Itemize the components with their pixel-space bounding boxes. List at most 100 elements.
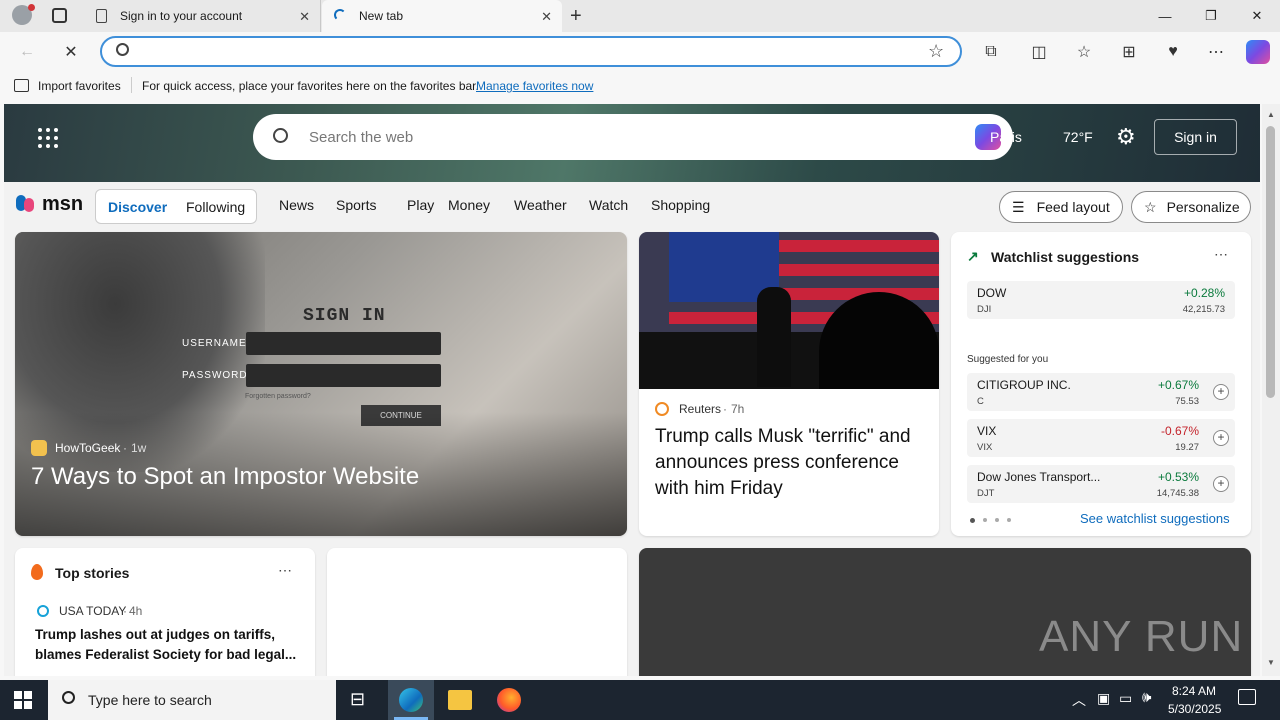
minimize-icon[interactable]: — xyxy=(1142,0,1188,32)
nav-sports[interactable]: Sports xyxy=(336,197,376,213)
nav-money[interactable]: Money xyxy=(448,197,490,213)
stop-loading-icon[interactable]: ✕ xyxy=(60,41,82,63)
network-icon[interactable]: ▭ xyxy=(1119,690,1132,707)
manage-favorites-link[interactable]: Manage favorites now xyxy=(476,79,593,93)
taskbar-search[interactable]: Type here to search xyxy=(48,680,336,720)
add-to-watchlist-icon[interactable]: + xyxy=(1213,476,1229,492)
story-dot: · xyxy=(123,441,127,455)
nav-shopping[interactable]: Shopping xyxy=(651,197,710,213)
settings-gear-icon[interactable]: ⚙ xyxy=(1116,124,1136,150)
import-icon xyxy=(14,79,29,92)
stock-price: 75.53 xyxy=(1175,396,1199,407)
favorites-icon[interactable]: ☆ xyxy=(1073,41,1095,63)
page-scrollbar[interactable]: ▲ ▼ xyxy=(1262,104,1280,676)
more-icon[interactable]: ⋯ xyxy=(1205,41,1227,63)
story-headline[interactable]: 7 Ways to Spot an Impostor Website xyxy=(31,463,419,491)
nav-news[interactable]: News xyxy=(279,197,314,213)
tab-new-tab[interactable]: New tab ✕ xyxy=(322,0,562,32)
scroll-down-icon[interactable]: ▼ xyxy=(1267,658,1275,667)
top-stories-card: Top stories ⋯ USA TODAY · 4h Trump lashe… xyxy=(15,548,315,676)
tab-title: New tab xyxy=(359,9,404,23)
firefox-icon[interactable] xyxy=(497,688,521,712)
edge-taskbar-button[interactable] xyxy=(388,680,434,720)
search-icon xyxy=(62,691,75,704)
stock-change: +0.53% xyxy=(1157,470,1199,484)
carousel-dots[interactable] xyxy=(970,518,1011,523)
web-search-box[interactable]: Search the web xyxy=(253,114,1013,160)
windows-start-icon[interactable] xyxy=(14,691,32,709)
back-icon[interactable]: ← xyxy=(16,41,38,63)
browser-essentials-icon[interactable]: ♥ xyxy=(1162,41,1184,63)
stock-price: 42,215.73 xyxy=(1182,304,1225,315)
favorite-star-icon[interactable]: ☆ xyxy=(928,41,944,62)
msn-logo-text[interactable]: msn xyxy=(42,193,83,216)
title-bar: Sign in to your account ✕ New tab ✕ + — … xyxy=(0,0,1280,32)
story-headline[interactable]: Trump lashes out at judges on tariffs, b… xyxy=(35,625,300,665)
stock-row-citigroup[interactable]: CITIGROUP INC. C +0.67% 75.53 + xyxy=(967,373,1235,411)
see-watchlist-link[interactable]: See watchlist suggestions xyxy=(1080,511,1230,526)
more-options-icon[interactable]: ⋯ xyxy=(1214,246,1228,263)
close-tab-icon[interactable]: ✕ xyxy=(299,9,310,25)
feed-layout-label: Feed layout xyxy=(1036,199,1110,215)
apps-launcher-icon[interactable] xyxy=(38,128,58,148)
tab-sign-in[interactable]: Sign in to your account ✕ xyxy=(84,0,321,32)
notifications-icon[interactable] xyxy=(1238,689,1256,705)
add-to-watchlist-icon[interactable]: + xyxy=(1213,384,1229,400)
new-tab-icon[interactable]: + xyxy=(570,5,582,28)
personalize-button[interactable]: ☆ Personalize xyxy=(1131,191,1251,223)
nav-watch[interactable]: Watch xyxy=(589,197,628,213)
weather-location[interactable]: Paris xyxy=(990,129,1022,145)
watchlist-card: ↗ Watchlist suggestions ⋯ DOW DJI +0.28%… xyxy=(951,232,1251,536)
scroll-up-icon[interactable]: ▲ xyxy=(1267,110,1275,119)
stock-symbol: DJI xyxy=(977,304,992,315)
video-card[interactable]: ANY RUN xyxy=(639,548,1251,676)
image-password-label: PASSWORD xyxy=(182,370,248,381)
feed-layout-button[interactable]: ☰ Feed layout xyxy=(999,191,1123,223)
file-explorer-icon[interactable] xyxy=(448,690,472,710)
favorites-bar: Import favorites For quick access, place… xyxy=(0,72,1280,100)
hero-story-card[interactable]: SIGN IN USERNAME PASSWORD Forgotten pass… xyxy=(15,232,627,536)
import-favorites-button[interactable]: Import favorites xyxy=(38,79,121,93)
weather-temperature[interactable]: 72°F xyxy=(1063,129,1093,145)
trend-up-icon: ↗ xyxy=(967,248,979,264)
story-headline[interactable]: Trump calls Musk "terrific" and announce… xyxy=(655,424,925,502)
tab-following[interactable]: Following xyxy=(186,199,245,215)
anyrun-watermark: ANY RUN xyxy=(1039,612,1244,661)
story-source: HowToGeek xyxy=(55,441,121,455)
close-window-icon[interactable]: ✕ xyxy=(1234,0,1280,32)
extensions-icon[interactable]: ⧉ xyxy=(980,41,1002,63)
copilot-icon[interactable] xyxy=(1246,40,1270,64)
image-forgot-text: Forgotten password? xyxy=(245,393,311,400)
clock-time[interactable]: 8:24 AM xyxy=(1172,684,1216,698)
close-tab-icon[interactable]: ✕ xyxy=(541,9,552,25)
clock-date[interactable]: 5/30/2025 xyxy=(1168,702,1221,716)
tray-device-icon[interactable]: ▣ xyxy=(1097,690,1110,707)
tab-discover[interactable]: Discover xyxy=(108,199,167,215)
nav-weather[interactable]: Weather xyxy=(514,197,567,213)
image-sign-in-text: SIGN IN xyxy=(303,306,386,326)
story-dot: · xyxy=(723,402,727,416)
story-age: 1w xyxy=(131,441,147,455)
split-screen-icon[interactable]: ◫ xyxy=(1028,41,1050,63)
stock-row-transport[interactable]: Dow Jones Transport... DJT +0.53% 14,745… xyxy=(967,465,1235,503)
more-options-icon[interactable]: ⋯ xyxy=(278,562,292,579)
nav-play[interactable]: Play xyxy=(407,197,434,213)
news-card[interactable]: Reuters · 7h Trump calls Musk "terrific"… xyxy=(639,232,939,536)
msn-logo-icon[interactable] xyxy=(16,192,38,214)
address-bar[interactable]: ☆ xyxy=(100,36,962,67)
stock-row-vix[interactable]: VIX VIX -0.67% 19.27 + xyxy=(967,419,1235,457)
stock-symbol: C xyxy=(977,396,984,407)
tray-chevron-icon[interactable]: ︿ xyxy=(1072,690,1086,710)
collections-icon[interactable]: ⊞ xyxy=(1118,41,1140,63)
volume-icon[interactable]: 🕪 xyxy=(1142,689,1151,706)
story-source: USA TODAY xyxy=(59,604,127,618)
restore-icon[interactable]: ❐ xyxy=(1188,0,1234,32)
sign-in-button[interactable]: Sign in xyxy=(1154,119,1237,155)
tab-actions-icon[interactable] xyxy=(52,8,67,23)
flame-icon xyxy=(31,564,43,580)
scroll-thumb[interactable] xyxy=(1266,126,1275,398)
task-view-icon[interactable]: ⊟ xyxy=(350,689,365,710)
stock-row-dow[interactable]: DOW DJI +0.28% 42,215.73 xyxy=(967,281,1235,319)
search-icon xyxy=(273,128,288,143)
add-to-watchlist-icon[interactable]: + xyxy=(1213,430,1229,446)
